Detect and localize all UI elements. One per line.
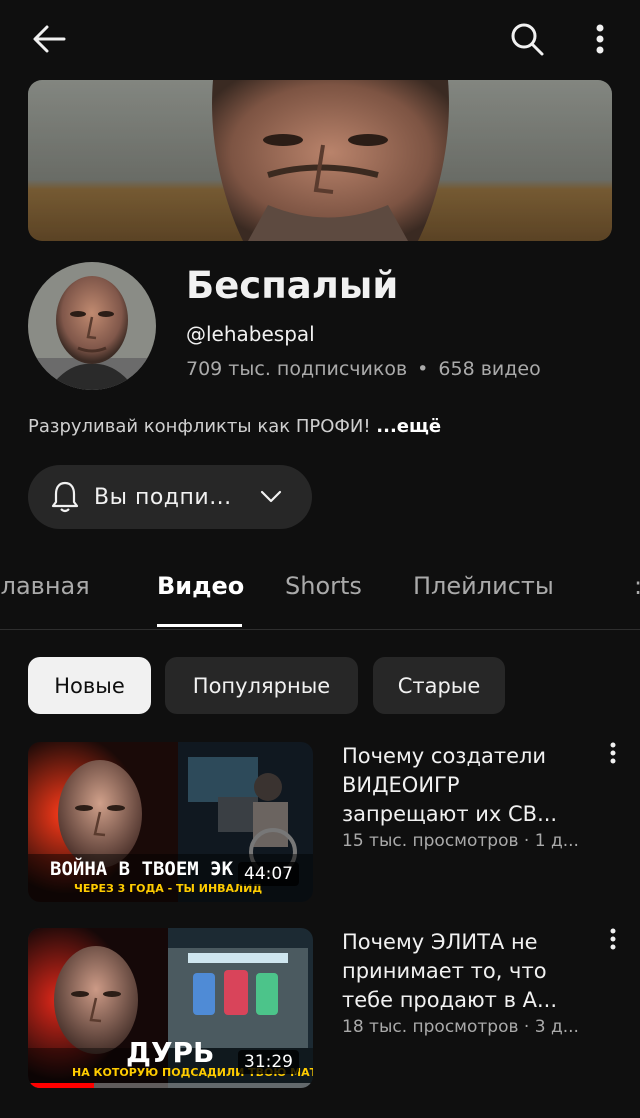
video-thumbnail[interactable]: ВОЙНА В ТВОЕМ ЭК ЧЕРЕЗ 3 ГОДА - ТЫ ИНВАЛ… [28,742,313,902]
tab-videos[interactable]: Видео [157,572,244,600]
tab-home[interactable]: Главная [0,572,90,600]
chip-oldest[interactable]: Старые [373,657,505,714]
channel-stats: 709 тыс. подписчиков • 658 видео [186,358,541,380]
channel-tabs: Главная Видео Shorts Плейлисты : [0,548,640,630]
video-duration: 31:29 [238,1050,299,1074]
video-menu-button[interactable] [598,928,628,968]
tab-next-partial[interactable]: : [634,572,640,600]
video-title[interactable]: Почему ЭЛИТА не принимает то, что тебе п… [342,928,582,1015]
channel-handle: @lehabespal [186,322,315,346]
vertical-dots-icon [596,24,604,54]
subscribed-label: Вы подпи... [94,484,232,510]
top-bar [0,0,640,78]
video-item[interactable]: ВОЙНА В ТВОЕМ ЭК ЧЕРЕЗ 3 ГОДА - ТЫ ИНВАЛ… [28,742,640,902]
search-button[interactable] [500,14,554,64]
description-text: Разруливай конфликты как ПРОФИ! [28,416,371,437]
active-tab-indicator [157,624,242,627]
video-title[interactable]: Почему создатели ВИДЕОИГР запрещают их С… [342,742,582,829]
channel-banner [28,80,612,241]
channel-description[interactable]: Разруливай конфликты как ПРОФИ! ...ещё [28,416,441,437]
vertical-dots-icon [610,742,616,764]
video-duration: 44:07 [238,862,299,886]
back-button[interactable] [22,14,76,64]
tab-shorts[interactable]: Shorts [285,572,362,600]
channel-name: Беспалый [186,264,399,307]
video-meta: 15 тыс. просмотров · 1 д... [342,831,579,851]
subscriber-count: 709 тыс. подписчиков [186,358,408,380]
channel-avatar[interactable] [28,262,156,390]
chip-popular[interactable]: Популярные [165,657,358,714]
description-more-link[interactable]: ...ещё [376,416,441,437]
watch-progress-bar [28,1083,94,1088]
video-meta: 18 тыс. просмотров · 3 д... [342,1017,579,1037]
arrow-left-icon [33,25,66,53]
video-thumbnail[interactable]: ДУРЬ НА КОТОРУЮ ПОДСАДИЛИ ТВОЮ МАТЬ 31:2… [28,928,313,1088]
video-item[interactable]: ДУРЬ НА КОТОРУЮ ПОДСАДИЛИ ТВОЮ МАТЬ 31:2… [28,928,640,1088]
video-count: 658 видео [438,358,541,380]
more-options-button[interactable] [578,14,622,64]
vertical-dots-icon [610,928,616,950]
video-menu-button[interactable] [598,742,628,782]
tab-playlists[interactable]: Плейлисты [413,572,554,600]
chip-newest[interactable]: Новые [28,657,151,714]
bell-icon [51,481,79,513]
thumbnail-title-text: ВОЙНА В ТВОЕМ ЭК [50,858,234,880]
thumbnail-subtitle-text: ЧЕРЕЗ 3 ГОДА - ТЫ ИНВАЛИД [74,882,263,895]
chevron-down-icon [260,490,282,504]
thumbnail-title-text: ДУРЬ [126,1036,215,1069]
search-icon [511,23,544,56]
subscribed-button[interactable]: Вы подпи... [28,465,312,529]
stats-separator: • [417,358,429,380]
